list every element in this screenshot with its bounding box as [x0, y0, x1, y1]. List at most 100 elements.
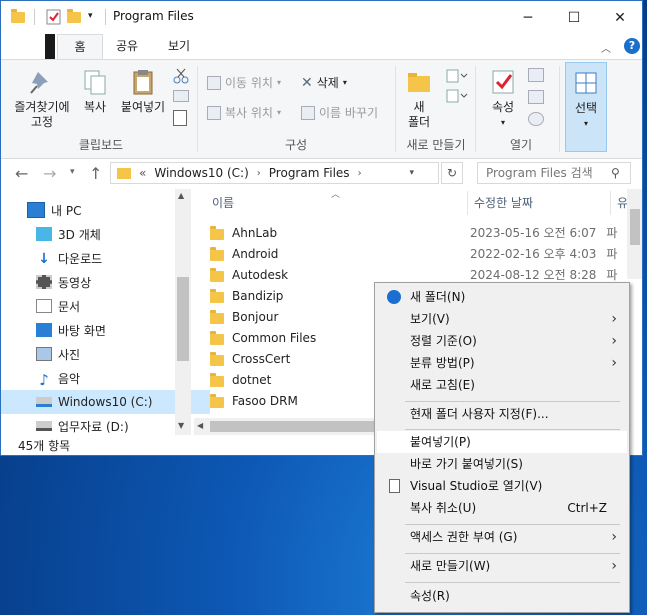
breadcrumb-folder[interactable]: Program Files	[269, 166, 350, 180]
file-type: 파	[606, 247, 618, 261]
column-header-name[interactable]: 이름	[212, 193, 234, 217]
music-icon: ♪	[39, 371, 49, 389]
close-button[interactable]: ✕	[597, 1, 642, 34]
menu-item-new[interactable]: 새로 만들기(W) ›	[377, 555, 627, 577]
delete-button[interactable]: ✕ 삭제 ▾	[301, 74, 347, 91]
search-input[interactable]: Program Files 검색	[477, 162, 631, 184]
group-organize-label: 구성	[284, 138, 308, 152]
scroll-left-icon[interactable]: ◀	[197, 421, 203, 430]
copy-to-button[interactable]: 복사 위치 ▾	[207, 104, 281, 121]
new-folder-shield-icon	[387, 290, 401, 304]
document-icon	[389, 479, 400, 493]
group-clipboard-label: 클립보드	[78, 138, 124, 152]
ribbon-collapse-icon[interactable]: ︿	[601, 40, 611, 55]
properties-button[interactable]: 속성 ▾	[483, 68, 523, 130]
nav-pane-scrollbar[interactable]: ▲ ▼	[175, 189, 191, 435]
menu-item-properties[interactable]: 속성(R)	[377, 585, 627, 607]
new-folder-button[interactable]: 새 폴더	[401, 68, 437, 130]
edit-icon[interactable]	[528, 90, 544, 104]
nav-item-label: 음악	[58, 371, 81, 386]
download-icon: ↓	[38, 251, 50, 267]
nav-item-label: 3D 개체	[58, 227, 101, 242]
file-type: 파	[606, 226, 618, 240]
history-icon[interactable]	[528, 112, 544, 126]
menu-item-refresh[interactable]: 새로 고침(E)	[377, 374, 627, 396]
file-name: Autodesk	[232, 267, 289, 282]
scroll-thumb[interactable]	[210, 421, 390, 432]
folder-icon	[210, 351, 224, 366]
chevron-down-icon: ▾	[583, 119, 588, 128]
recent-chevron-icon[interactable]: ▾	[70, 167, 75, 177]
column-header-date[interactable]: 수정한 날짜	[474, 193, 533, 217]
list-item[interactable]: Android 2022-02-16 오후 4:03 파	[210, 243, 630, 264]
move-to-button[interactable]: 이동 위치 ▾	[207, 74, 281, 91]
tab-file[interactable]	[1, 34, 45, 60]
rename-icon	[301, 105, 315, 120]
tab-home[interactable]: 홈	[57, 34, 103, 61]
chevron-right-icon: ›	[256, 167, 261, 179]
new-folder-label-1: 새	[413, 100, 425, 114]
chevron-down-icon: ▾	[500, 118, 505, 127]
horizontal-scrollbar[interactable]: ◀	[194, 418, 394, 435]
paste-icon	[129, 68, 157, 96]
menu-item-customize-folder[interactable]: 현재 폴더 사용자 지정(F)...	[377, 403, 627, 425]
copy-to-icon	[207, 105, 221, 120]
menu-item-paste[interactable]: 붙여넣기(P)	[377, 431, 627, 453]
chevron-right-icon: ›	[611, 311, 617, 327]
copy-path-icon[interactable]	[173, 90, 189, 102]
menu-item-label: 정렬 기준(O)	[410, 334, 477, 348]
cut-icon[interactable]	[173, 68, 189, 87]
scroll-down-icon[interactable]: ▼	[178, 421, 184, 430]
back-arrow-icon[interactable]: ←	[15, 164, 28, 183]
scroll-thumb[interactable]	[630, 209, 640, 245]
pin-quick-access-button[interactable]: 즐겨찾기에 고정	[9, 68, 75, 130]
folder-icon	[210, 267, 224, 282]
scroll-thumb[interactable]	[177, 277, 189, 361]
easy-access-icon[interactable]	[445, 88, 468, 107]
rename-button[interactable]: 이름 바꾸기	[301, 104, 378, 121]
cube-icon	[36, 227, 52, 241]
list-item[interactable]: AhnLab 2023-05-16 오전 6:07 파	[210, 222, 630, 243]
chevron-down-icon[interactable]: ▾	[88, 11, 104, 27]
chevron-down-icon: ▾	[276, 78, 281, 87]
menu-item-label: 액세스 권한 부여 (G)	[410, 530, 518, 544]
search-icon: ⚲	[611, 166, 620, 180]
folder-icon	[210, 246, 224, 261]
chevron-right-icon: ›	[357, 167, 362, 179]
nav-item-this-pc[interactable]: 내 PC	[1, 198, 201, 222]
open-icon[interactable]	[528, 68, 544, 82]
scroll-up-icon[interactable]: ▲	[178, 191, 184, 200]
menu-item-undo-copy[interactable]: 복사 취소(U) Ctrl+Z	[377, 497, 627, 519]
menu-item-open-visual-studio[interactable]: Visual Studio로 열기(V)	[377, 475, 627, 497]
maximize-button[interactable]: ☐	[551, 1, 597, 34]
minimize-button[interactable]: ─	[505, 1, 551, 34]
address-dropdown-icon[interactable]: ▾	[409, 168, 414, 178]
menu-item-paste-shortcut[interactable]: 바로 가기 붙여넣기(S)	[377, 453, 627, 475]
up-arrow-icon[interactable]: ↑	[89, 164, 102, 183]
nav-item-label: 동영상	[58, 275, 92, 290]
new-folder-qa-icon[interactable]	[67, 9, 83, 25]
nav-item-label: 바탕 화면	[58, 323, 106, 338]
help-icon[interactable]: ?	[624, 38, 640, 54]
menu-item-sort-by[interactable]: 정렬 기준(O) ›	[377, 330, 627, 352]
new-item-icon[interactable]	[445, 68, 468, 87]
tab-share[interactable]: 공유	[105, 34, 149, 60]
menu-item-view[interactable]: 보기(V) ›	[377, 308, 627, 330]
menu-item-new-folder[interactable]: 새 폴더(N)	[377, 286, 627, 308]
menu-item-group-by[interactable]: 분류 방법(P) ›	[377, 352, 627, 374]
forward-arrow-icon[interactable]: →	[43, 164, 56, 183]
copy-to-label: 복사 위치	[225, 106, 273, 120]
select-button[interactable]: 선택 ▾	[565, 62, 607, 152]
menu-item-give-access[interactable]: 액세스 권한 부여 (G) ›	[377, 526, 627, 548]
tab-view[interactable]: 보기	[157, 34, 201, 60]
refresh-icon[interactable]: ↻	[441, 162, 463, 184]
video-icon	[36, 275, 52, 289]
breadcrumb-drive[interactable]: Windows10 (C:)	[154, 166, 248, 180]
paste-shortcut-icon[interactable]	[173, 110, 187, 126]
paste-button[interactable]: 붙여넣기	[117, 68, 169, 115]
properties-qa-icon[interactable]	[46, 9, 62, 25]
folder-icon	[11, 9, 27, 25]
file-list-scrollbar[interactable]	[627, 189, 642, 279]
address-bar[interactable]: « Windows10 (C:) › Program Files › ▾	[110, 162, 439, 184]
copy-button[interactable]: 복사	[77, 68, 113, 115]
